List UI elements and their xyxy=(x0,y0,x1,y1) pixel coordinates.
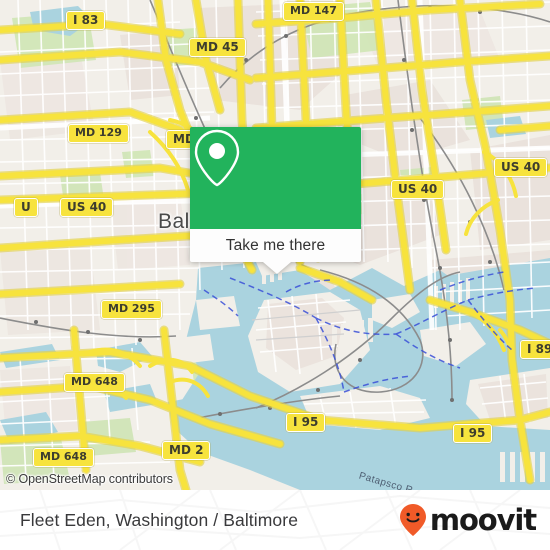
moovit-wordmark: moovit xyxy=(429,503,537,537)
popup-pin-area xyxy=(190,127,361,229)
highway-shield: US 40 xyxy=(60,198,114,217)
highway-shield: MD 45 xyxy=(189,38,246,57)
moovit-logo[interactable]: moovit xyxy=(398,503,537,537)
highway-shield: US 40 xyxy=(494,158,548,177)
highway-shield: I 95 xyxy=(453,424,493,443)
highway-shield: I 95 xyxy=(286,413,326,432)
map-pin-icon xyxy=(194,129,240,187)
highway-shield: MD 648 xyxy=(33,448,94,467)
footer-bar: Fleet Eden, Washington / Baltimore moovi… xyxy=(0,490,550,550)
highway-shield: U xyxy=(14,198,38,217)
map-canvas[interactable]: Baltimore Patapsco R I 83MD 45MD 147MD 1… xyxy=(0,0,550,490)
osm-attribution[interactable]: © OpenStreetMap contributors xyxy=(6,472,173,486)
highway-shield: I 895 xyxy=(520,340,550,359)
place-popup-card[interactable]: Take me there xyxy=(190,127,361,274)
moovit-map-screen: Baltimore Patapsco R I 83MD 45MD 147MD 1… xyxy=(0,0,550,550)
place-name-label: Fleet Eden, Washington / Baltimore xyxy=(20,509,299,530)
take-me-there-button[interactable]: Take me there xyxy=(190,229,361,262)
highway-shield: I 83 xyxy=(66,11,106,30)
highway-shield: MD 2 xyxy=(162,441,211,460)
popup-tail xyxy=(190,262,361,274)
highway-shield: MD 648 xyxy=(64,373,125,392)
highway-shield: MD 129 xyxy=(68,124,129,143)
take-me-there-label: Take me there xyxy=(225,236,326,254)
highway-shield: MD 147 xyxy=(283,2,344,21)
highway-shield: US 40 xyxy=(391,180,445,199)
moovit-smiley-pin-icon xyxy=(399,504,426,536)
highway-shield: MD 295 xyxy=(101,300,162,319)
